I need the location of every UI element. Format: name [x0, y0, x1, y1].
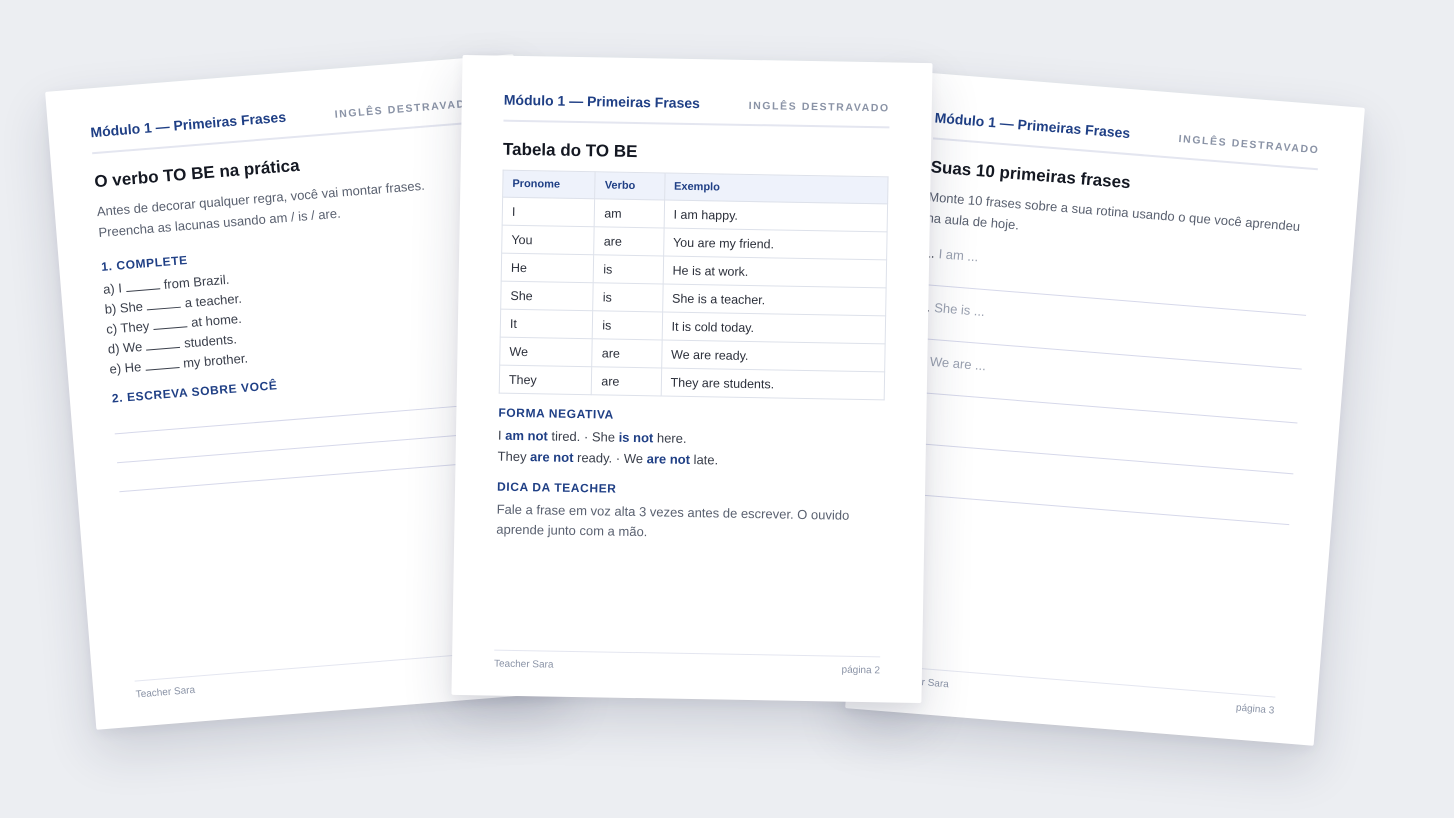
verb-cell: am [594, 198, 665, 228]
page-header: Módulo 1 — Primeiras Frases INGLÊS DESTR… [503, 91, 890, 129]
exercise-prefix: b) She [104, 298, 144, 317]
module-title: Módulo 1 — Primeiras Frases [503, 91, 701, 112]
pronoun-cell: It [500, 309, 594, 339]
verb-cell: are [594, 226, 664, 256]
footer-author: Teacher Sara [135, 684, 196, 701]
neg-text: ready. · We [573, 449, 647, 467]
brand-label: INGLÊS DESTRAVADO [1178, 133, 1320, 157]
task-item: 2.She is ... [919, 298, 1305, 344]
module-title: Módulo 1 — Primeiras Frases [934, 109, 1131, 142]
writing-line [117, 431, 502, 464]
neg-highlight: are not [530, 448, 574, 465]
exercise-suffix: a teacher. [184, 290, 243, 311]
task-hint: We are ... [929, 353, 987, 373]
verb-cell: are [591, 366, 662, 396]
exercise-prefix: d) We [107, 338, 143, 357]
neg-highlight: is not [618, 429, 654, 446]
pronoun-cell: They [499, 365, 593, 395]
neg-highlight: am not [505, 427, 548, 444]
neg-text: tired. · She [547, 428, 619, 445]
worksheet-page-2: Módulo 1 — Primeiras Frases INGLÊS DESTR… [451, 54, 933, 704]
fill-blank[interactable] [126, 287, 161, 292]
example-cell: You are my friend. [663, 227, 888, 260]
footer-page-number: página 3 [1235, 702, 1275, 717]
exercise-prefix: a) I [102, 279, 123, 297]
writing-line [119, 460, 505, 493]
exercise-prefix: e) He [108, 359, 142, 377]
task-hint: She is ... [933, 299, 986, 319]
teacher-tip: Fale a frase em voz alta 3 vezes antes d… [496, 501, 850, 540]
brand-label: INGLÊS DESTRAVADO [334, 97, 476, 121]
module-title: Módulo 1 — Primeiras Frases [89, 108, 287, 141]
page-title: Tabela do TO BE [502, 139, 638, 162]
page-footer: Teacher Sara página 2 [493, 649, 881, 677]
pronoun-cell: He [501, 253, 595, 283]
example-cell: It is cold today. [661, 311, 886, 344]
exercise-suffix: students. [183, 331, 238, 351]
neg-text: late. [689, 451, 719, 468]
pronoun-cell: You [501, 225, 595, 255]
example-cell: We are ready. [661, 339, 886, 372]
page-footer: Teacher Sara página 3 [889, 665, 1276, 717]
fill-blank[interactable] [153, 326, 188, 330]
fill-blank[interactable] [147, 306, 182, 311]
fill-blank[interactable] [145, 367, 180, 371]
column-header: Verbo [595, 171, 665, 200]
verb-cell: is [593, 282, 663, 312]
footer-author: Teacher Sara [493, 658, 554, 671]
exercise-suffix: at home. [190, 310, 243, 330]
section-heading-tip: DICA DA TEACHER [496, 479, 617, 496]
writing-line [908, 441, 1294, 474]
task-hint: I am ... [938, 245, 979, 264]
exercise-suffix: my brother. [182, 350, 249, 371]
fill-blank[interactable] [146, 346, 181, 351]
verb-cell: is [593, 254, 664, 284]
example-cell: He is at work. [662, 255, 887, 288]
footer-page-number: página 2 [841, 664, 881, 677]
section-heading-negative: FORMA NEGATIVA [498, 405, 615, 422]
neg-text: here. [653, 430, 687, 446]
brand-label: INGLÊS DESTRAVADO [748, 99, 890, 115]
example-cell: I am happy. [663, 199, 888, 232]
pronoun-cell: She [500, 281, 594, 311]
writing-line [904, 492, 1290, 525]
task-item: 3.We are ... [915, 352, 1301, 398]
example-cell: She is a teacher. [662, 283, 887, 316]
pronoun-cell: I [502, 197, 596, 227]
pronoun-cell: We [499, 337, 593, 367]
column-header: Exemplo [664, 172, 889, 204]
writing-line [114, 402, 500, 435]
neg-highlight: are not [646, 451, 691, 467]
to-be-table: Pronome Verbo Exemplo Iam I am happy. You… [499, 170, 889, 401]
writing-line [912, 391, 1298, 424]
neg-text: They [497, 448, 531, 464]
negative-examples: I am not tired. · She is not here. They … [497, 426, 884, 474]
table-row: They are They are students. [499, 365, 885, 400]
exercise-suffix: from Brazil. [163, 271, 230, 292]
column-header: Pronome [502, 170, 596, 199]
verb-cell: is [592, 310, 663, 340]
example-cell: They are students. [660, 367, 885, 400]
verb-cell: are [592, 338, 662, 368]
exercise-prefix: c) They [105, 318, 150, 337]
